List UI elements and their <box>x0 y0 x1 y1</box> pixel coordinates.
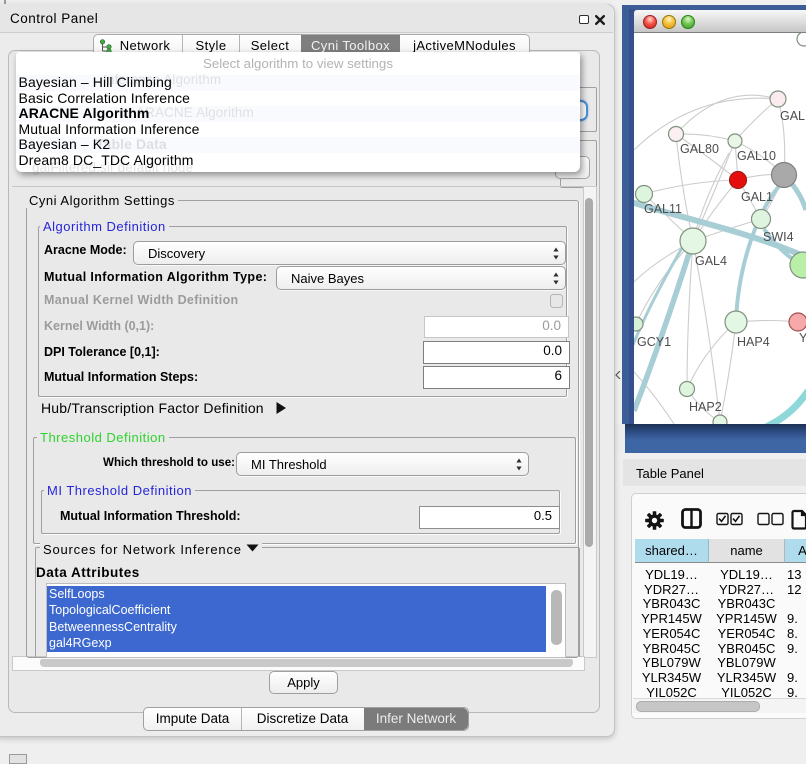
svg-text:SWI4: SWI4 <box>763 230 794 244</box>
svg-text:HAP2: HAP2 <box>689 400 722 414</box>
svg-text:GAL: GAL <box>780 109 805 123</box>
svg-text:GAL1: GAL1 <box>741 190 773 204</box>
svg-text:GAL11: GAL11 <box>644 202 682 216</box>
svg-text:GAL10: GAL10 <box>737 149 776 163</box>
svg-text:GAL4: GAL4 <box>695 254 727 268</box>
svg-text:Y: Y <box>799 331 806 345</box>
svg-text:GAL80: GAL80 <box>680 142 719 156</box>
svg-text:GCY1: GCY1 <box>637 335 671 349</box>
svg-text:HAP4: HAP4 <box>737 335 770 349</box>
